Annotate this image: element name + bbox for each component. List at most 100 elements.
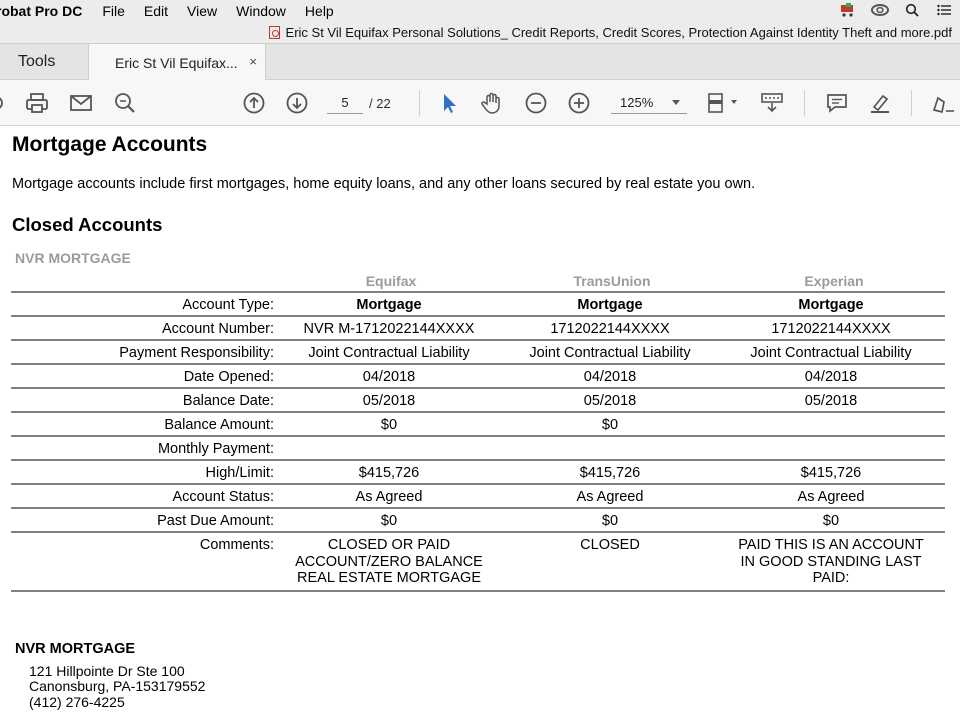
sign-icon[interactable] — [930, 92, 954, 114]
page-down-icon[interactable] — [285, 92, 309, 114]
table-cell: $415,726 — [800, 465, 862, 481]
creative-cloud-icon[interactable] — [864, 3, 896, 20]
search-icon[interactable] — [113, 92, 137, 114]
row-label: Comments: — [199, 537, 274, 553]
row-label: High/Limit: — [205, 465, 275, 481]
document-page: Mortgage Accounts Mortgage accounts incl… — [0, 126, 960, 720]
page-number-input[interactable] — [327, 92, 363, 114]
menu-help[interactable]: Help — [305, 3, 334, 19]
table-row: Monthly Payment: — [11, 435, 945, 459]
zoom-value: 125% — [620, 95, 654, 110]
close-tab-icon[interactable]: × — [249, 54, 257, 69]
menu-view[interactable]: View — [187, 3, 217, 19]
table-cell: Mortgage — [577, 297, 643, 313]
table-row: Payment Responsibility: Joint Contractual… — [11, 339, 945, 363]
page-up-icon[interactable] — [242, 92, 266, 114]
table-cell: 04/2018 — [804, 369, 858, 385]
table-row: High/Limit: $415,726 $415,726 $415,726 — [11, 459, 945, 483]
print-icon[interactable] — [25, 92, 49, 114]
toolbar-divider — [911, 90, 912, 116]
pdf-file-icon — [268, 26, 280, 39]
table-row: Comments: CLOSED OR PAID ACCOUNT/ZERO BAL… — [11, 531, 945, 590]
scroll-mode-icon[interactable] — [760, 92, 784, 114]
table-cell: $0 — [380, 513, 398, 529]
intro-text: Mortgage accounts include first mortgage… — [12, 176, 756, 192]
fit-page-icon[interactable] — [706, 92, 740, 114]
table-cell: Mortgage — [798, 297, 864, 313]
table-cell: $0 — [822, 513, 840, 529]
tab-document-label: Eric St Vil Equifax... — [115, 54, 238, 71]
table-cell: As Agreed — [797, 489, 865, 505]
table-cell: 04/2018 — [583, 369, 637, 385]
table-row: Balance Amount: $0 $0 — [11, 411, 945, 435]
bureau-header-transunion: TransUnion — [573, 273, 651, 289]
table-cell: Mortgage — [356, 297, 422, 313]
chevron-down-icon — [672, 100, 680, 105]
app-name-menu[interactable]: robat Pro DC — [0, 3, 82, 19]
creditor-name: NVR MORTGAGE — [15, 250, 131, 266]
status-icons — [832, 0, 960, 22]
row-label: Date Opened: — [183, 369, 274, 385]
table-cell: NVR M-1712022144XXXX — [303, 321, 475, 337]
table-cell: Joint Contractual Liability — [308, 345, 470, 361]
page-total: / 22 — [369, 96, 391, 111]
table-row: Account Status: As Agreed As Agreed As Agre… — [11, 483, 945, 507]
menu-edit[interactable]: Edit — [144, 3, 168, 19]
table-cell: As Agreed — [576, 489, 644, 505]
zoom-out-icon[interactable] — [524, 92, 548, 114]
table-cell: CLOSED OR PAID ACCOUNT/ZERO BALANCE REAL… — [295, 537, 483, 586]
partial-tool-icon[interactable] — [0, 92, 12, 114]
table-cell: PAID THIS IS AN ACCOUNT IN GOOD STANDING… — [738, 537, 924, 586]
section-title: Mortgage Accounts — [12, 133, 208, 156]
zoom-in-icon[interactable] — [567, 92, 591, 114]
table-row: Account Number: NVR M-1712022144XXXX 17120… — [11, 315, 945, 339]
table-cell: $0 — [601, 513, 619, 529]
menu-file[interactable]: File — [102, 3, 125, 19]
window-title: Eric St Vil Equifax Personal Solutions_ … — [285, 25, 952, 40]
row-label: Account Status: — [172, 489, 274, 505]
table-cell: 04/2018 — [362, 369, 416, 385]
bureau-header-experian: Experian — [804, 273, 864, 289]
menu-bar: robat Pro DC File Edit View Window Help — [0, 0, 960, 22]
address-phone: (412) 276-4225 — [29, 694, 125, 710]
account-details-table: Account Type: Mortgage Mortgage Mortgage Acc… — [11, 291, 945, 592]
spotlight-search-icon[interactable] — [896, 3, 928, 20]
table-cell: 05/2018 — [804, 393, 858, 409]
table-cell: 05/2018 — [583, 393, 637, 409]
toolbar-divider — [419, 90, 420, 116]
row-label: Past Due Amount: — [157, 513, 274, 529]
table-cell: Joint Contractual Liability — [750, 345, 912, 361]
table-cell: 05/2018 — [362, 393, 416, 409]
table-cell: Joint Contractual Liability — [529, 345, 691, 361]
tab-document[interactable]: Eric St Vil Equifax... × — [88, 44, 266, 81]
notification-center-icon[interactable] — [928, 3, 960, 19]
hand-icon[interactable] — [480, 92, 504, 114]
cart-icon[interactable] — [832, 2, 864, 20]
toolbar: / 22 125% — [0, 80, 960, 126]
row-label: Balance Date: — [182, 393, 274, 409]
highlight-icon[interactable] — [868, 92, 892, 114]
tab-bar: Tools Eric St Vil Equifax... × — [0, 44, 960, 81]
menu-window[interactable]: Window — [236, 3, 286, 19]
zoom-select[interactable]: 125% — [611, 92, 687, 114]
table-row: Past Due Amount: $0 $0 $0 — [11, 507, 945, 531]
mail-icon[interactable] — [69, 92, 93, 114]
table-cell: CLOSED — [580, 537, 640, 553]
comment-icon[interactable] — [825, 92, 849, 114]
select-cursor-icon[interactable] — [438, 92, 462, 114]
row-label: Account Type: — [182, 297, 274, 313]
subsection-title: Closed Accounts — [12, 214, 163, 235]
row-label: Payment Responsibility: — [119, 345, 274, 361]
table-row: Balance Date: 05/2018 05/2018 05/2018 — [11, 387, 945, 411]
table-bottom-rule — [11, 590, 945, 592]
table-row: Date Opened: 04/2018 04/2018 04/2018 — [11, 363, 945, 387]
tab-tools[interactable]: Tools — [0, 44, 88, 80]
row-label: Account Number: — [161, 321, 274, 337]
bureau-header-equifax: Equifax — [365, 273, 417, 289]
toolbar-divider — [804, 90, 805, 116]
row-label: Monthly Payment: — [157, 441, 274, 457]
table-cell: $415,726 — [579, 465, 641, 481]
window-title-bar: Eric St Vil Equifax Personal Solutions_ … — [0, 22, 960, 44]
table-cell: $0 — [380, 417, 398, 433]
address-line: Canonsburg, PA-153179552 — [29, 678, 206, 694]
